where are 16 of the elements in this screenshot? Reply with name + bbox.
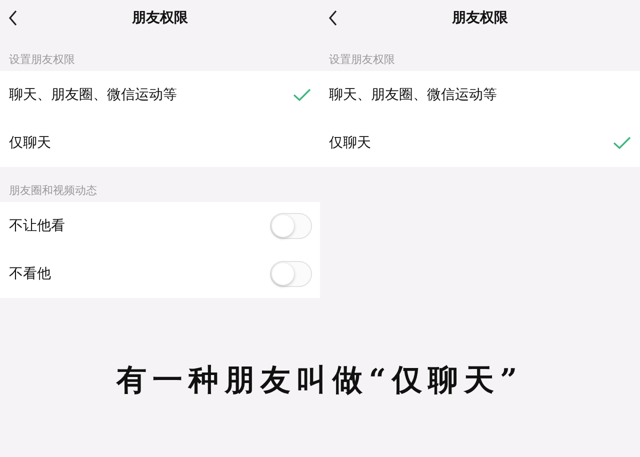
page-title: 朋友权限 xyxy=(452,9,508,27)
option-row[interactable]: 聊天、朋友圈、微信运动等 xyxy=(0,71,320,119)
section-label: 设置朋友权限 xyxy=(8,52,76,68)
option-row[interactable]: 仅聊天 xyxy=(0,119,320,167)
setting-row[interactable]: 不看他 xyxy=(0,250,320,298)
option-row[interactable]: 仅聊天 xyxy=(320,119,640,167)
option-row[interactable]: 聊天、朋友圈、微信运动等 xyxy=(320,71,640,119)
page-title: 朋友权限 xyxy=(132,9,188,27)
toggle-switch[interactable] xyxy=(270,261,312,287)
back-icon[interactable] xyxy=(328,10,338,26)
section-label: 设置朋友权限 xyxy=(328,52,396,68)
setting-row[interactable]: 不让他看 xyxy=(0,202,320,250)
caption: 有一种朋友叫做“仅聊天” xyxy=(116,362,524,400)
back-icon[interactable] xyxy=(8,10,18,26)
toggle-switch[interactable] xyxy=(270,213,312,239)
section-label: 朋友圈和视频动态 xyxy=(8,183,98,199)
